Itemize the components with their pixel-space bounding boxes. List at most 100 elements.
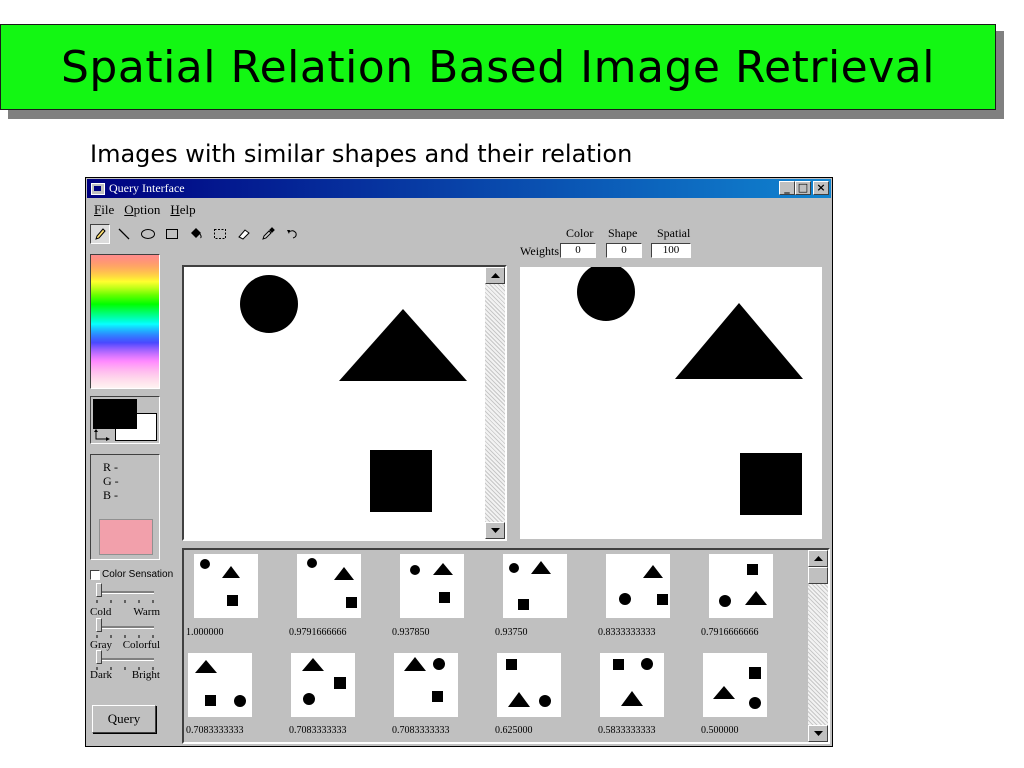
result-preview-canvas — [520, 267, 822, 539]
result-score: 0.7916666666 — [701, 627, 759, 638]
result-thumbnail[interactable] — [297, 554, 361, 618]
color-sensation-label: Color Sensation — [102, 569, 174, 580]
result-score: 0.7083333333 — [186, 725, 244, 736]
fill-bucket-icon[interactable] — [186, 224, 206, 244]
drawing-toolbar — [90, 222, 302, 246]
slider-label-cold: Cold — [90, 606, 112, 618]
weight-color-label: Color — [566, 226, 594, 240]
query-circle-shape — [240, 275, 298, 333]
window-titlebar[interactable]: Query Interface _ □ × — [87, 179, 831, 198]
minimize-button[interactable]: _ — [779, 181, 795, 195]
foreground-color-swatch[interactable] — [93, 399, 137, 429]
result-thumbnail[interactable] — [400, 554, 464, 618]
result-score: 0.8333333333 — [598, 627, 656, 638]
slide-title: Spatial Relation Based Image Retrieval — [61, 41, 935, 93]
slider-thumb[interactable] — [96, 583, 102, 597]
arrow-up-icon — [813, 556, 823, 561]
result-score: 0.5833333333 — [598, 725, 656, 736]
line-icon[interactable] — [114, 224, 134, 244]
color-swatches — [90, 396, 160, 444]
query-triangle-shape — [339, 309, 467, 381]
query-interface-window: Query Interface _ □ × File Option Help C… — [85, 177, 833, 747]
slider-ticks — [96, 635, 154, 638]
scroll-up-button[interactable] — [485, 267, 505, 284]
result-square-shape — [740, 453, 802, 515]
arrow-down-icon — [490, 528, 500, 533]
slide-subtitle: Images with similar shapes and their rel… — [90, 140, 633, 168]
menu-file[interactable]: File — [90, 202, 120, 218]
result-thumbnail[interactable] — [291, 653, 355, 717]
color-palette[interactable] — [90, 254, 160, 389]
arrow-up-icon — [490, 273, 500, 278]
weight-spatial-label: Spatial — [657, 226, 691, 240]
weights-label: Weights — [520, 244, 560, 258]
maximize-button[interactable]: □ — [795, 181, 811, 195]
ellipse-icon[interactable] — [138, 224, 158, 244]
select-rectangle-icon[interactable] — [210, 224, 230, 244]
query-canvas-scrollbar[interactable] — [485, 267, 505, 539]
slider-thumb[interactable] — [96, 618, 102, 632]
result-score: 0.937850 — [392, 627, 430, 638]
slider-track — [96, 591, 154, 594]
slider-label-dark: Dark — [90, 669, 112, 681]
weight-color-input[interactable]: 0 — [560, 243, 596, 258]
result-score: 0.7083333333 — [289, 725, 347, 736]
menu-help[interactable]: Help — [166, 202, 201, 218]
scroll-up-button[interactable] — [808, 550, 828, 567]
red-value: R - — [103, 460, 118, 474]
menu-help-label: elp — [179, 202, 196, 217]
result-thumbnail[interactable] — [606, 554, 670, 618]
result-score: 0.93750 — [495, 627, 528, 638]
scroll-down-button[interactable] — [485, 522, 505, 539]
result-thumbnail[interactable] — [194, 554, 258, 618]
eyedropper-icon[interactable] — [258, 224, 278, 244]
undo-icon[interactable] — [282, 224, 302, 244]
result-score: 0.9791666666 — [289, 627, 347, 638]
blue-value: B - — [103, 488, 118, 502]
close-button[interactable]: × — [813, 181, 829, 195]
color-sensation-option[interactable]: Color Sensation — [90, 569, 173, 580]
menu-option-mnemonic: O — [124, 202, 134, 217]
result-thumbnail[interactable] — [709, 554, 773, 618]
query-button[interactable]: Query — [92, 705, 156, 733]
scroll-down-button[interactable] — [808, 725, 828, 742]
cold-warm-slider[interactable] — [90, 583, 160, 605]
result-thumbnail[interactable] — [497, 653, 561, 717]
gray-colorful-slider[interactable] — [90, 618, 160, 640]
slider-ticks — [96, 600, 154, 603]
app-icon — [91, 182, 105, 195]
query-drawing-canvas[interactable] — [184, 267, 485, 539]
menu-option-label: ption — [133, 202, 161, 217]
weight-shape-label: Shape — [608, 226, 638, 240]
menu-option[interactable]: Option — [120, 202, 166, 218]
slider-thumb[interactable] — [96, 650, 102, 664]
slider-label-bright: Bright — [131, 669, 160, 681]
swap-colors-icon[interactable] — [93, 429, 113, 443]
result-thumbnail[interactable] — [503, 554, 567, 618]
menu-help-mnemonic: H — [170, 202, 180, 217]
results-scrollbar[interactable] — [808, 550, 828, 742]
result-thumbnail[interactable] — [188, 653, 252, 717]
sample-color-swatch — [99, 519, 153, 555]
rectangle-icon[interactable] — [162, 224, 182, 244]
scroll-thumb[interactable] — [808, 567, 828, 584]
result-thumbnail[interactable] — [394, 653, 458, 717]
result-thumbnail[interactable] — [600, 653, 664, 717]
slider-label-warm: Warm — [133, 606, 160, 618]
eraser-icon[interactable] — [234, 224, 254, 244]
result-score: 0.7083333333 — [392, 725, 450, 736]
arrow-down-icon — [813, 731, 823, 736]
slider-track — [96, 658, 154, 661]
result-circle-shape — [577, 267, 635, 321]
pencil-icon[interactable] — [90, 224, 110, 244]
weight-shape-input[interactable]: 0 — [606, 243, 642, 258]
rgb-info-panel: R - G - B - — [90, 454, 160, 560]
result-score: 0.500000 — [701, 725, 739, 736]
query-square-shape — [370, 450, 432, 512]
green-value: G - — [103, 474, 119, 488]
color-sensation-checkbox[interactable] — [90, 569, 100, 580]
result-score: 0.625000 — [495, 725, 533, 736]
weight-spatial-input[interactable]: 100 — [651, 243, 691, 258]
result-thumbnail[interactable] — [703, 653, 767, 717]
menubar: File Option Help — [90, 202, 202, 218]
